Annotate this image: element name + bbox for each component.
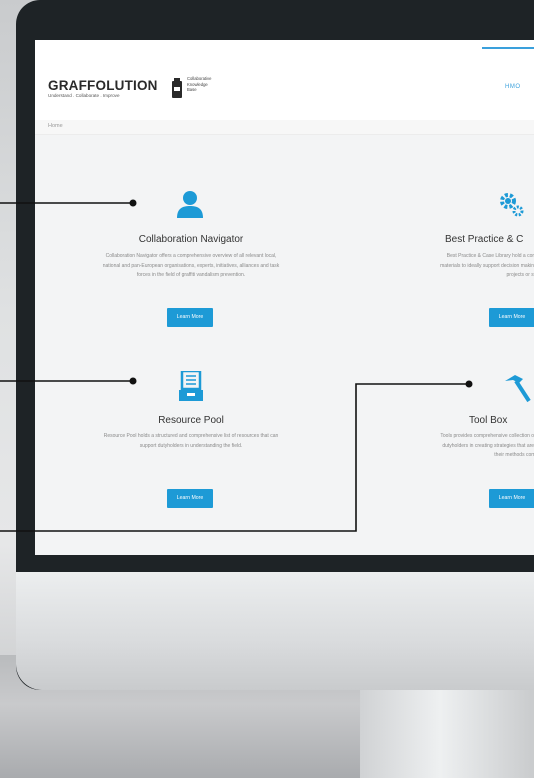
- monitor-stand: [360, 690, 534, 778]
- card-title: Tool Box: [469, 415, 508, 426]
- card-description: Tools provides comprehensive collection …: [369, 432, 534, 461]
- site-header: GRAFFOLUTION Understand . Collaborate . …: [35, 40, 534, 120]
- card-collaboration-navigator: Collaboration Navigator Collaboration Na…: [35, 170, 347, 330]
- learn-more-button[interactable]: Learn More: [489, 308, 534, 327]
- card-desc-line: support dutyholders in understanding the…: [139, 442, 243, 449]
- card-title: Best Practice & C: [445, 234, 524, 245]
- learn-more-button[interactable]: Learn More: [489, 489, 534, 508]
- brand-name[interactable]: GRAFFOLUTION: [48, 78, 158, 93]
- card-description: Collaboration Navigator offers a compreh…: [35, 252, 347, 281]
- card-desc-line: projects or strat: [506, 272, 534, 279]
- brand-tagline: Understand . Collaborate . Improve: [48, 93, 120, 98]
- card-desc-line: Collaboration Navigator offers a compreh…: [105, 253, 277, 259]
- learn-more-button[interactable]: Learn More: [167, 489, 213, 508]
- card-description: Resource Pool holds a structured and com…: [35, 432, 347, 451]
- archive-icon: [179, 371, 203, 401]
- card-title: Resource Pool: [158, 415, 224, 426]
- screen: GRAFFOLUTION Understand . Collaborate . …: [35, 40, 534, 555]
- spray-can-icon: [172, 78, 182, 98]
- breadcrumb: Home: [35, 120, 534, 135]
- brand-side-text: Collaborative Knowledge Base: [187, 76, 211, 93]
- card-resource-pool: Resource Pool Resource Pool holds a stru…: [35, 365, 347, 525]
- card-description: Best Practice & Case Library hold a comp…: [371, 252, 534, 281]
- learn-more-button[interactable]: Learn More: [167, 308, 213, 327]
- card-desc-line: Tools provides comprehensive collection …: [440, 433, 534, 439]
- brand-side-line: Collaborative: [187, 76, 212, 81]
- card-desc-line: materials to ideally support decision ma…: [440, 262, 534, 269]
- brand-side-line: Base: [187, 87, 197, 92]
- card-title: Collaboration Navigator: [138, 234, 244, 245]
- card-best-practice: Best Practice & C Best Practice & Case L…: [365, 170, 534, 330]
- card-desc-line: Resource Pool holds a structured and com…: [103, 433, 279, 439]
- hammer-icon: [505, 375, 531, 403]
- card-tool-box: Tool Box Tools provides comprehensive co…: [365, 365, 534, 525]
- nav-item-home[interactable]: HMO: [505, 84, 521, 90]
- card-desc-line: their methods compa: [494, 452, 534, 459]
- user-icon: [177, 191, 203, 218]
- card-desc-line: forces in the field of graffiti vandalis…: [136, 272, 246, 279]
- monitor-chin: [16, 572, 534, 690]
- nav-active-indicator: [482, 47, 534, 49]
- card-desc-line: Best Practice & Case Library hold a comp…: [446, 253, 534, 259]
- card-desc-line: national and pan-European organisations,…: [102, 262, 280, 269]
- gears-icon: [500, 193, 524, 217]
- breadcrumb-home[interactable]: Home: [48, 123, 63, 129]
- card-desc-line: dutyholders in creating strategies that …: [442, 442, 534, 449]
